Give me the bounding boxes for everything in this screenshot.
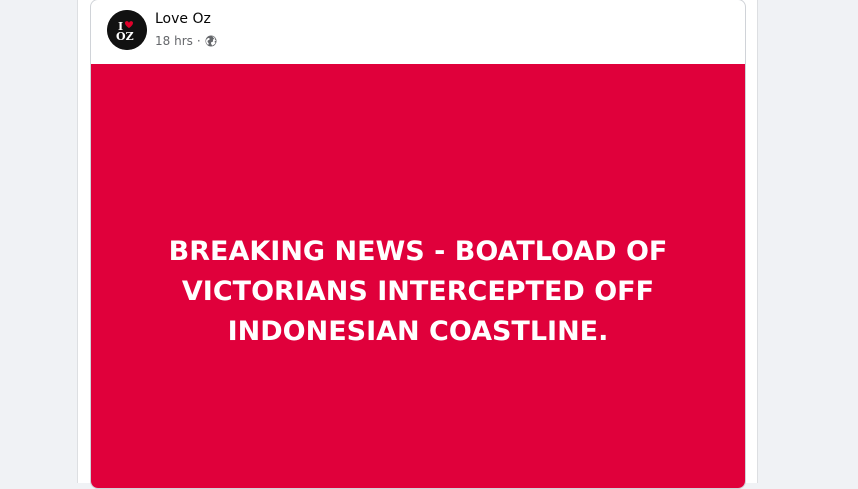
page-name-link[interactable]: Love Oz <box>155 10 211 28</box>
image-headline: BREAKING NEWS - BOATLOAD OF VICTORIANS I… <box>131 232 705 352</box>
post-image[interactable]: BREAKING NEWS - BOATLOAD OF VICTORIANS I… <box>91 64 745 488</box>
post-header: I OZ Love Oz 18 hrs · <box>91 0 745 64</box>
love-oz-logo: I OZ <box>107 10 147 50</box>
post-card: I OZ Love Oz 18 hrs · BREAKING NEWS - BO… <box>90 0 746 489</box>
globe-icon[interactable] <box>205 35 217 47</box>
logo-letters-bottom: OZ <box>116 30 134 43</box>
headline-line: INDONESIAN COASTLINE. <box>227 316 609 347</box>
headline-line: BREAKING NEWS - BOATLOAD OF <box>168 236 668 267</box>
post-timestamp[interactable]: 18 hrs <box>155 33 193 49</box>
post-meta: 18 hrs · <box>155 33 217 49</box>
meta-separator: · <box>196 34 201 48</box>
page-avatar[interactable]: I OZ <box>107 10 147 50</box>
headline-line: VICTORIANS INTERCEPTED OFF <box>181 276 655 307</box>
